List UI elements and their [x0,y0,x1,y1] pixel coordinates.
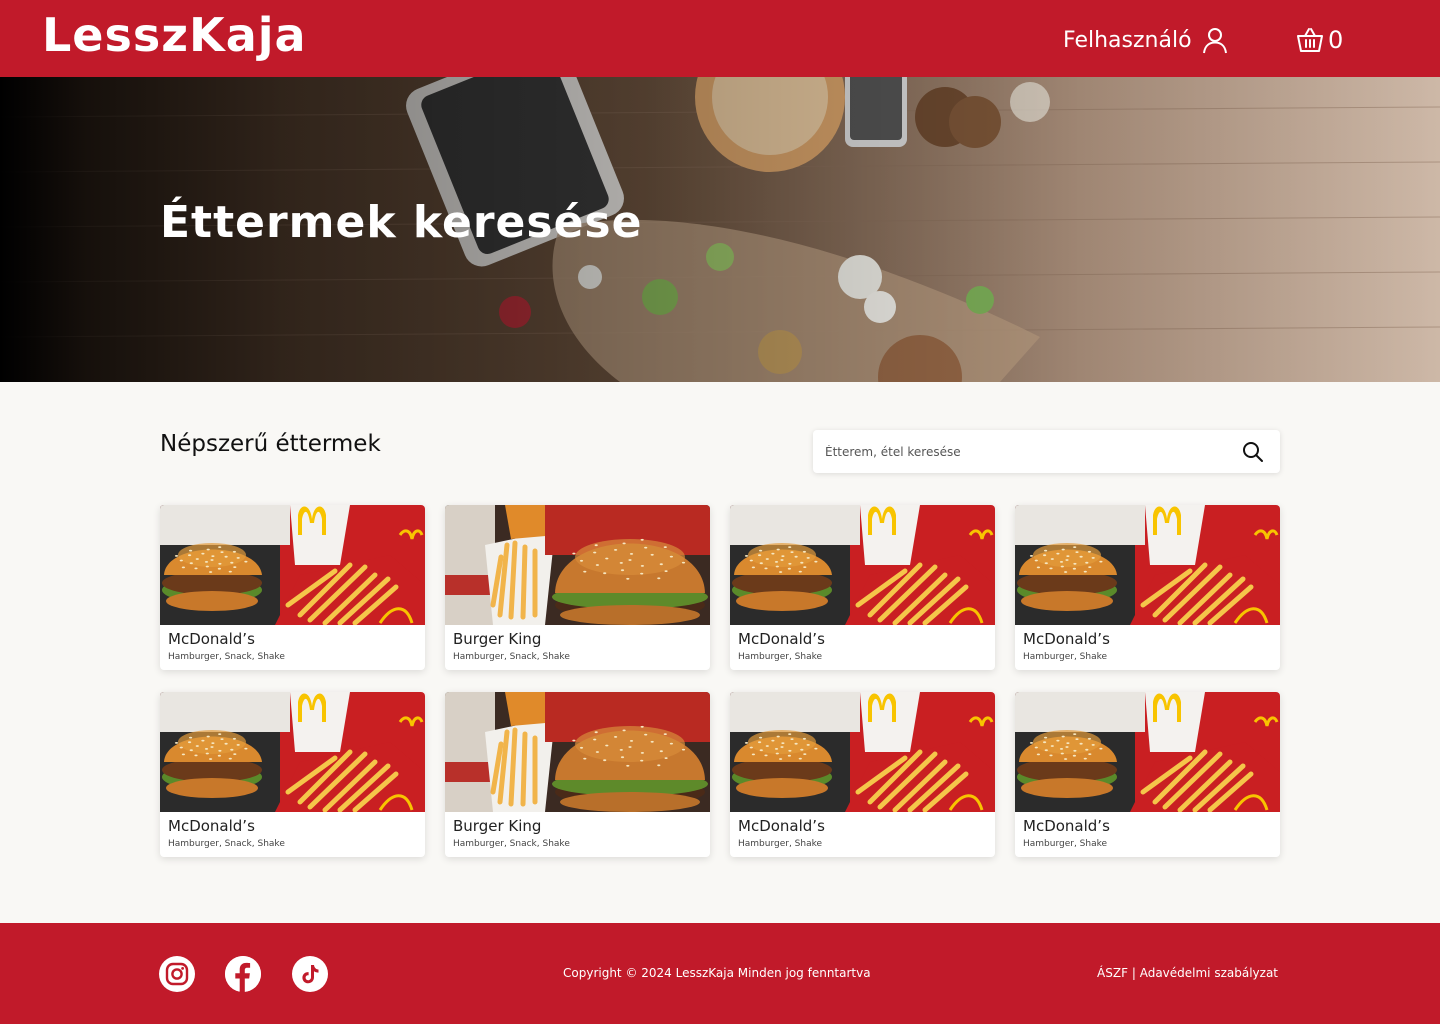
restaurant-tags: Hamburger, Snack, Shake [453,839,570,849]
restaurant-card[interactable]: McDonald’s Hamburger, Shake [730,692,995,857]
restaurant-image [160,692,425,812]
hero-title: Éttermek keresése [160,197,643,248]
site-logo[interactable]: LesszKaja [42,4,307,66]
restaurant-image [445,505,710,625]
legal-links: ÁSZF | Adavédelmi szabályzat [1097,966,1278,980]
restaurant-card[interactable]: McDonald’s Hamburger, Snack, Shake [160,505,425,670]
restaurant-image [445,692,710,812]
restaurant-name: McDonald’s [168,817,255,835]
restaurant-image [730,692,995,812]
cart-count: 0 [1328,26,1344,54]
restaurant-image [1015,505,1280,625]
restaurant-card[interactable]: Burger King Hamburger, Snack, Shake [445,505,710,670]
user-label: Felhasználó [1063,27,1192,53]
restaurant-name: McDonald’s [738,630,825,648]
cart-button[interactable]: 0 [1296,22,1343,58]
restaurant-grid: McDonald’s Hamburger, Snack, Shake Burger… [160,505,1280,857]
search-box [813,430,1280,473]
restaurant-tags: Hamburger, Shake [738,839,823,849]
restaurant-card[interactable]: McDonald’s Hamburger, Snack, Shake [160,692,425,857]
restaurant-name: McDonald’s [1023,630,1110,648]
restaurant-name: McDonald’s [1023,817,1110,835]
search-input[interactable] [813,430,1233,473]
restaurant-card[interactable]: Burger King Hamburger, Snack, Shake [445,692,710,857]
restaurant-name: McDonald’s [738,817,825,835]
hero-banner: Éttermek keresése [0,77,1440,382]
restaurant-name: McDonald’s [168,630,255,648]
facebook-icon[interactable] [225,956,261,992]
legal-separator: | [1131,966,1136,980]
restaurant-tags: Hamburger, Shake [738,652,823,662]
restaurant-image [730,505,995,625]
restaurant-tags: Hamburger, Snack, Shake [168,839,285,849]
instagram-icon[interactable] [159,956,195,992]
terms-link[interactable]: ÁSZF [1097,966,1128,980]
site-header: LesszKaja Felhasználó 0 [0,0,1440,77]
restaurant-tags: Hamburger, Snack, Shake [453,652,570,662]
restaurant-name: Burger King [453,817,542,835]
basket-icon [1297,28,1323,52]
popular-restaurants-title: Népszerű éttermek [160,431,381,457]
restaurant-card[interactable]: McDonald’s Hamburger, Shake [1015,505,1280,670]
restaurant-tags: Hamburger, Shake [1023,652,1108,662]
user-account-link[interactable]: Felhasználó [1063,22,1228,58]
privacy-link[interactable]: Adavédelmi szabályzat [1140,966,1278,980]
restaurant-tags: Hamburger, Snack, Shake [168,652,285,662]
user-icon [1202,28,1227,54]
restaurant-tags: Hamburger, Shake [1023,839,1108,849]
copyright-text: Copyright © 2024 LesszKaja Minden jog fe… [563,966,871,980]
restaurant-image [1015,692,1280,812]
restaurant-card[interactable]: McDonald’s Hamburger, Shake [1015,692,1280,857]
search-icon[interactable] [1242,441,1264,463]
restaurant-card[interactable]: McDonald’s Hamburger, Shake [730,505,995,670]
restaurant-name: Burger King [453,630,542,648]
restaurant-image [160,505,425,625]
tiktok-icon[interactable] [292,956,328,992]
site-footer: Copyright © 2024 LesszKaja Minden jog fe… [0,923,1440,1024]
